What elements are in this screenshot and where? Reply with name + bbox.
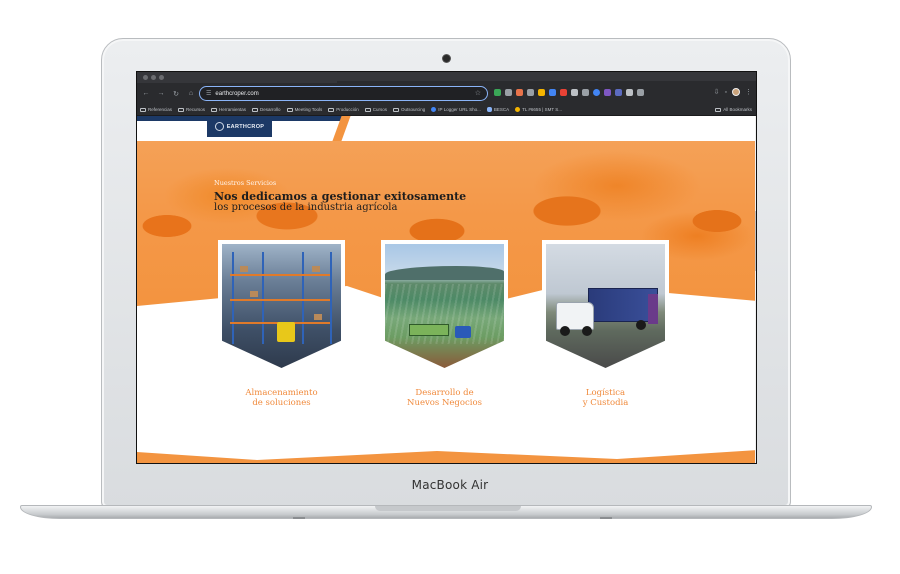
folder-icon [328, 107, 335, 112]
folder-icon [140, 107, 146, 112]
folder-icon [393, 107, 400, 112]
extension-icon[interactable] [593, 89, 600, 96]
field-photo [385, 244, 504, 368]
extension-icon[interactable] [637, 89, 644, 96]
folder-icon [211, 107, 218, 112]
service-card-storage[interactable] [218, 240, 345, 372]
extension-icon[interactable] [549, 89, 556, 96]
folder-icon [252, 107, 259, 112]
bookmark-folder[interactable]: Outsourcing [393, 107, 425, 112]
browser-titlebar [137, 72, 756, 83]
service-label-storage[interactable]: Almacenamiento de soluciones [218, 388, 345, 408]
forward-arrow-icon[interactable]: → [155, 90, 167, 97]
window-controls [143, 75, 164, 80]
address-bar[interactable]: ☰ earthcroper.com ☆ [199, 86, 488, 101]
favicon-icon [486, 107, 492, 112]
favicon-icon [431, 107, 437, 112]
extension-icon[interactable] [538, 89, 545, 96]
extension-icon[interactable] [604, 89, 611, 96]
warehouse-photo [222, 244, 341, 368]
extension-icon[interactable] [626, 89, 633, 96]
profile-avatar[interactable] [732, 88, 740, 96]
extension-icon[interactable] [505, 89, 512, 96]
extension-icon[interactable] [582, 89, 589, 96]
extension-icon[interactable] [560, 89, 567, 96]
extension-icon[interactable] [527, 89, 534, 96]
section-eyebrow: Nuestros Servicios [214, 179, 277, 187]
globe-logo-icon [214, 122, 224, 131]
extension-icon[interactable] [516, 89, 523, 96]
web-page: EARTHCROP Nuestros Servicios Nos dedicam… [137, 116, 756, 463]
minimize-window-icon[interactable] [151, 75, 156, 80]
device-label: MacBook Air [411, 478, 489, 492]
laptop-notch [375, 506, 521, 511]
page-scrollbar[interactable] [755, 116, 756, 463]
service-photo-frame [542, 240, 669, 372]
kebab-menu-icon[interactable]: ⋮ [745, 88, 752, 96]
logo-text: EARTHCROP [226, 123, 265, 130]
camera-icon [443, 55, 450, 62]
download-icon[interactable]: ⇩ [714, 88, 720, 96]
bookmark-folder[interactable]: Meeting Tools [286, 107, 322, 112]
home-icon[interactable]: ⌂ [185, 90, 197, 97]
section-subline: los procesos de la industria agrícola [214, 202, 398, 213]
address-url: earthcroper.com [215, 90, 259, 97]
laptop-screen: ← → ↻ ⌂ ☰ earthcroper.com ☆ ⇩ ▫ ⋮ Refere… [136, 71, 757, 464]
service-photo-frame [381, 240, 508, 372]
service-label-logistics[interactable]: Logística y Custodia [542, 388, 669, 408]
truck-photo [546, 244, 665, 368]
folder-icon [178, 107, 185, 112]
service-card-business[interactable] [381, 240, 508, 372]
extension-icon[interactable] [494, 89, 501, 96]
service-photo-frame [218, 240, 345, 372]
back-arrow-icon[interactable]: ← [140, 90, 152, 97]
favicon-icon [515, 107, 521, 112]
scrollbar-thumb[interactable] [755, 211, 756, 271]
close-window-icon[interactable] [143, 75, 148, 80]
folder-icon [364, 107, 371, 112]
extension-icon[interactable] [571, 89, 578, 96]
extensions-bar [494, 89, 644, 96]
bookmark-link[interactable]: TL #6655 | SMT S... [515, 107, 562, 112]
bookmark-folder[interactable]: Recursos [178, 107, 205, 112]
reload-icon[interactable]: ↻ [170, 90, 182, 98]
bookmark-link[interactable]: IP Logger URL Sho... [431, 107, 481, 112]
side-panel-icon[interactable]: ▫ [725, 89, 727, 96]
bookmark-link[interactable]: BESCA [486, 107, 509, 112]
maximize-window-icon[interactable] [159, 75, 164, 80]
service-card-logistics[interactable] [542, 240, 669, 372]
site-info-icon[interactable]: ☰ [206, 90, 211, 97]
browser-toolbar: ← → ↻ ⌂ ☰ earthcroper.com ☆ ⇩ ▫ ⋮ [137, 83, 756, 104]
extension-icon[interactable] [615, 89, 622, 96]
folder-icon [715, 107, 722, 112]
bookmark-folder[interactable]: Referencias [140, 107, 172, 112]
all-bookmarks-button[interactable]: All Bookmarks [715, 107, 752, 112]
bookmarks-bar: Referencias Recursos Herramientas Desarr… [137, 104, 756, 116]
footer-orange-ribbon [137, 450, 756, 463]
bookmark-star-icon[interactable]: ☆ [475, 89, 481, 97]
site-logo[interactable]: EARTHCROP [207, 116, 272, 137]
toolbar-actions: ⇩ ▫ ⋮ [714, 88, 752, 96]
bookmark-folder[interactable]: Producción [328, 107, 359, 112]
laptop-foot-right [600, 517, 612, 519]
service-label-business[interactable]: Desarrollo de Nuevos Negocios [381, 388, 508, 408]
bookmark-folder[interactable]: Herramientas [211, 107, 246, 112]
folder-icon [286, 107, 293, 112]
bookmark-folder[interactable]: Desarrollo [252, 107, 281, 112]
bookmark-folder[interactable]: Cursos [364, 107, 387, 112]
laptop-foot-left [293, 517, 305, 519]
